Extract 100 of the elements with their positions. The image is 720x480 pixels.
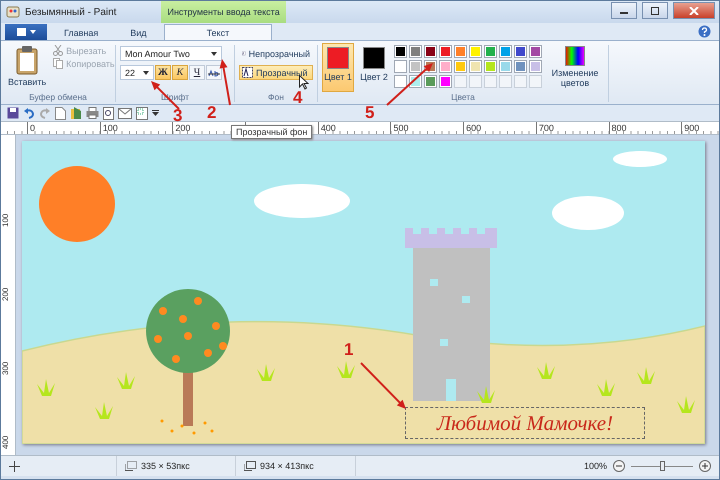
new-page-icon[interactable]: [55, 106, 66, 120]
palette-swatch[interactable]: [469, 60, 482, 73]
grass-tuft-drawing: [677, 396, 695, 413]
color-one-button[interactable]: Цвет 1: [322, 43, 354, 92]
minimize-button[interactable]: [611, 2, 637, 19]
falling-leaves-drawing: [160, 420, 214, 434]
scissors-icon: [53, 45, 64, 56]
cloud-drawing: [613, 151, 667, 167]
font-size-field[interactable]: 22: [120, 65, 154, 80]
grass-tuft-drawing: [597, 379, 615, 396]
ruler-mark: 800: [608, 122, 682, 134]
selection-size-icon: [125, 461, 137, 471]
palette-swatch[interactable]: [484, 45, 497, 58]
maximize-button[interactable]: [642, 2, 668, 19]
empty-swatch[interactable]: [469, 75, 482, 88]
italic-button[interactable]: К: [172, 65, 188, 80]
resize-icon[interactable]: [136, 106, 148, 120]
zoom-in-icon[interactable]: [699, 460, 711, 472]
ribbon-tab[interactable]: Текст: [164, 24, 272, 40]
print-icon[interactable]: [86, 107, 99, 119]
canvas-size: 934 × 413пкс: [260, 461, 314, 471]
annotation-number: 2: [207, 104, 216, 121]
font-family-field[interactable]: Mon Amour Two: [120, 46, 222, 61]
palette-swatch[interactable]: [469, 45, 482, 58]
palette-swatch[interactable]: [409, 45, 422, 58]
annotation-number: 1: [344, 341, 354, 358]
palette-swatch[interactable]: [454, 60, 467, 73]
bold-button[interactable]: Ж: [155, 65, 171, 80]
help-icon[interactable]: [698, 25, 711, 38]
dropdown-caret-icon: [211, 52, 217, 56]
group-label: Цвета: [451, 92, 475, 104]
save-icon[interactable]: [7, 107, 19, 119]
background-option[interactable]: Прозрачный: [239, 65, 313, 80]
empty-swatch[interactable]: [454, 75, 467, 88]
ribbon-tab[interactable]: Вид: [115, 24, 162, 40]
color-two-button[interactable]: Цвет 2: [358, 43, 390, 92]
palette-swatch[interactable]: [514, 60, 527, 73]
grass-tuft-drawing: [117, 372, 135, 389]
text-box[interactable]: Любимой Мамочке!: [405, 407, 645, 439]
text-frame-icon: [242, 67, 253, 78]
empty-swatch[interactable]: [484, 75, 497, 88]
clipboard-icon: [15, 45, 40, 75]
grass-tuft-drawing: [477, 386, 495, 403]
ruler-mark: 500: [390, 122, 464, 134]
ruler-mark: 0: [27, 122, 100, 134]
strikethrough-icon: [208, 68, 220, 78]
contextual-tab-header: Инструменты ввода текста: [161, 1, 286, 23]
app-menu-button[interactable]: [5, 24, 47, 40]
tooltip: Прозрачный фон: [231, 125, 312, 139]
print-preview-icon[interactable]: [103, 106, 114, 120]
undo-icon[interactable]: [23, 107, 35, 119]
palette-swatch[interactable]: [439, 45, 452, 58]
group-label: Фон: [268, 92, 284, 104]
palette-swatch[interactable]: [409, 60, 422, 73]
grass-tuft-drawing: [95, 402, 113, 419]
palette-swatch[interactable]: [529, 60, 542, 73]
paint-app-icon: [6, 5, 20, 19]
palette-swatch[interactable]: [394, 45, 407, 58]
underline-button[interactable]: Ч: [189, 65, 205, 80]
close-button[interactable]: [673, 2, 715, 19]
edit-colors-button[interactable]: Изменение цветов: [546, 43, 604, 92]
close-icon: [689, 6, 699, 14]
strikethrough-button[interactable]: [206, 65, 222, 80]
palette-swatch[interactable]: [514, 45, 527, 58]
empty-swatch[interactable]: [529, 75, 542, 88]
palette-swatch[interactable]: [424, 45, 437, 58]
palette-swatch[interactable]: [529, 45, 542, 58]
annotation-arrow: [386, 63, 433, 106]
palette-swatch[interactable]: [499, 60, 512, 73]
paste-button[interactable]: Вставить: [5, 43, 50, 92]
palette-swatch[interactable]: [439, 75, 452, 88]
palette-swatch[interactable]: [394, 60, 407, 73]
maximize-icon: [650, 6, 660, 14]
ruler-mark: 100: [1, 212, 11, 227]
palette-swatch[interactable]: [394, 75, 407, 88]
ruler-mark: 600: [463, 122, 536, 134]
open-folder-icon[interactable]: [70, 106, 82, 120]
palette-swatch[interactable]: [424, 75, 437, 88]
grass-tuft-drawing: [257, 364, 275, 381]
ribbon-tab[interactable]: Главная: [49, 24, 114, 40]
grass-tuft-drawing: [337, 361, 355, 378]
palette-swatch[interactable]: [499, 45, 512, 58]
ruler-mark: 300: [1, 360, 11, 375]
selection-size: 335 × 53пкс: [141, 461, 190, 471]
empty-swatch[interactable]: [514, 75, 527, 88]
ruler-mark: 900: [681, 122, 719, 134]
empty-swatch[interactable]: [499, 75, 512, 88]
envelope-icon[interactable]: [118, 108, 132, 118]
palette-swatch[interactable]: [439, 60, 452, 73]
customize-caret-icon[interactable]: [152, 110, 159, 116]
palette-swatch[interactable]: [454, 45, 467, 58]
copy-icon: [53, 58, 64, 69]
window-title: Безымянный - Paint: [25, 6, 116, 18]
background-option[interactable]: Непрозрачный: [239, 46, 313, 61]
palette-swatch[interactable]: [484, 60, 497, 73]
annotation-arrow: [220, 59, 231, 106]
canvas-text: Любимой Мамочке!: [436, 410, 614, 436]
zoom-out-icon[interactable]: [613, 460, 625, 472]
move-cursor-icon: [9, 460, 20, 472]
ruler-mark: 400: [318, 122, 390, 134]
